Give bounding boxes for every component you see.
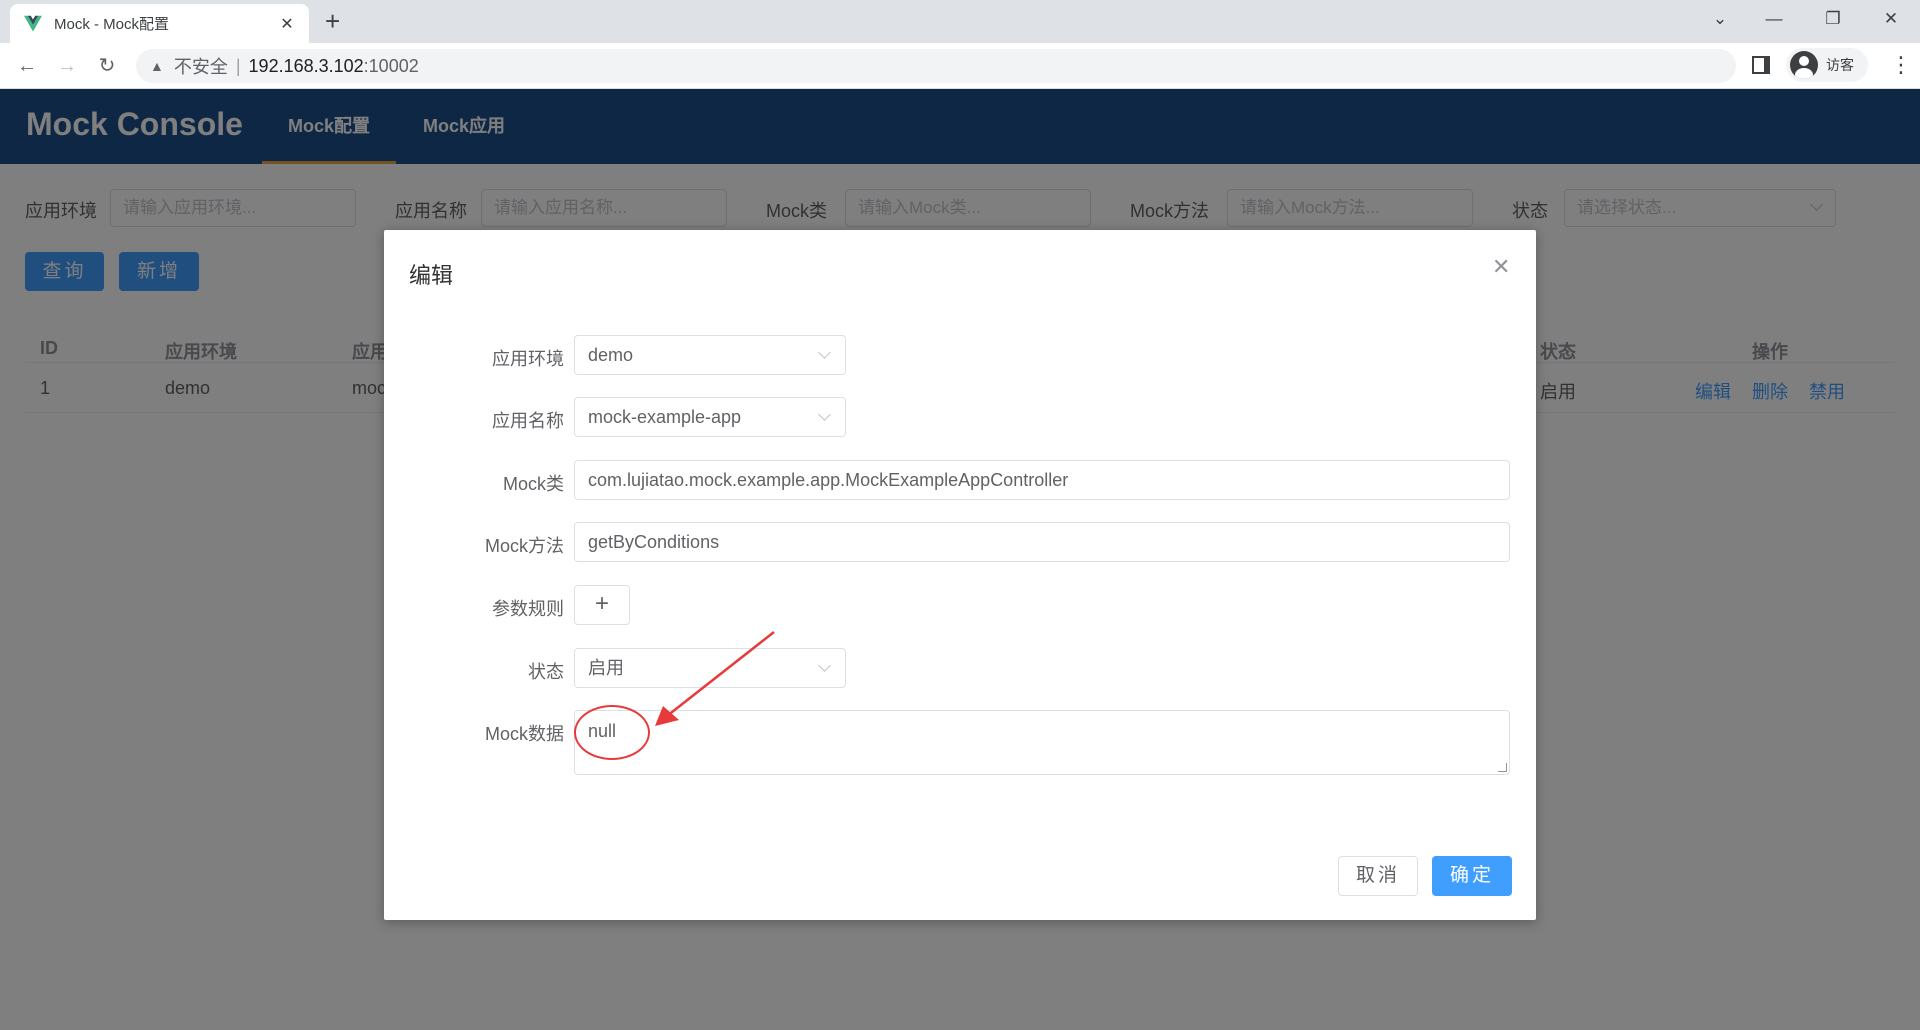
- cancel-button[interactable]: 取消: [1338, 856, 1418, 896]
- close-icon[interactable]: ✕: [1492, 254, 1510, 280]
- app-label: 应用名称: [492, 411, 564, 431]
- back-icon[interactable]: ←: [12, 51, 42, 81]
- restore-icon[interactable]: ❐: [1813, 4, 1853, 34]
- reload-icon[interactable]: ↻: [92, 51, 122, 81]
- app-value: mock-example-app: [588, 407, 742, 427]
- address-host: 192.168.3.102: [248, 55, 364, 76]
- app-select[interactable]: mock-example-app: [574, 397, 846, 437]
- annotation-circle: [574, 705, 650, 760]
- close-window-icon[interactable]: ✕: [1871, 4, 1911, 34]
- method-label: Mock方法: [484, 536, 564, 556]
- tab-title: Mock - Mock配置: [54, 16, 170, 33]
- class-label: Mock类: [502, 474, 564, 494]
- params-label: 参数规则: [492, 599, 564, 619]
- annotation-arrow: [655, 631, 775, 726]
- profile-button[interactable]: 访客: [1786, 48, 1868, 82]
- warning-icon: ▲: [150, 58, 164, 74]
- method-input[interactable]: getByConditions: [574, 522, 1510, 562]
- minimize-icon[interactable]: —: [1754, 4, 1794, 34]
- dialog-title: 编辑: [409, 263, 454, 288]
- env-value: demo: [588, 345, 634, 365]
- resize-handle-icon[interactable]: [1498, 763, 1507, 772]
- status-value: 启用: [588, 658, 624, 678]
- browser-toolbar: ← → ↻ ▲ 不安全 | 192.168.3.102 :10002 访客 ⋮: [0, 43, 1920, 89]
- address-port: :10002: [363, 55, 419, 76]
- avatar-icon: [1790, 51, 1818, 79]
- env-label: 应用环境: [492, 349, 564, 369]
- chevron-down-icon: [818, 346, 831, 359]
- tab-search-icon[interactable]: ⌄: [1700, 4, 1740, 34]
- tab-close-icon[interactable]: ✕: [277, 14, 297, 34]
- new-tab-icon[interactable]: +: [325, 6, 340, 36]
- env-select[interactable]: demo: [574, 335, 846, 375]
- browser-tabbar: Mock - Mock配置 ✕ + ⌄ — ❐ ✕: [0, 0, 1920, 43]
- vue-logo-icon: [24, 15, 42, 31]
- class-input[interactable]: com.lujiatao.mock.example.app.MockExampl…: [574, 460, 1510, 500]
- address-separator: |: [235, 55, 241, 76]
- insecure-label: 不安全: [173, 57, 228, 77]
- add-param-button[interactable]: +: [574, 585, 630, 625]
- profile-label: 访客: [1826, 57, 1854, 73]
- side-panel-icon[interactable]: [1752, 56, 1770, 74]
- status-label: 状态: [528, 662, 564, 682]
- confirm-button[interactable]: 确定: [1432, 856, 1512, 896]
- edit-dialog: 编辑 ✕ 应用环境 demo 应用名称 mock-example-app Moc…: [384, 230, 1536, 920]
- more-menu-icon[interactable]: ⋮: [1890, 53, 1912, 77]
- mock-data-label: Mock数据: [484, 724, 564, 744]
- chevron-down-icon: [818, 408, 831, 421]
- browser-tab[interactable]: Mock - Mock配置 ✕: [10, 4, 309, 43]
- forward-icon[interactable]: →: [52, 51, 82, 81]
- address-bar[interactable]: ▲ 不安全 | 192.168.3.102 :10002: [136, 49, 1736, 83]
- chevron-down-icon: [818, 659, 831, 672]
